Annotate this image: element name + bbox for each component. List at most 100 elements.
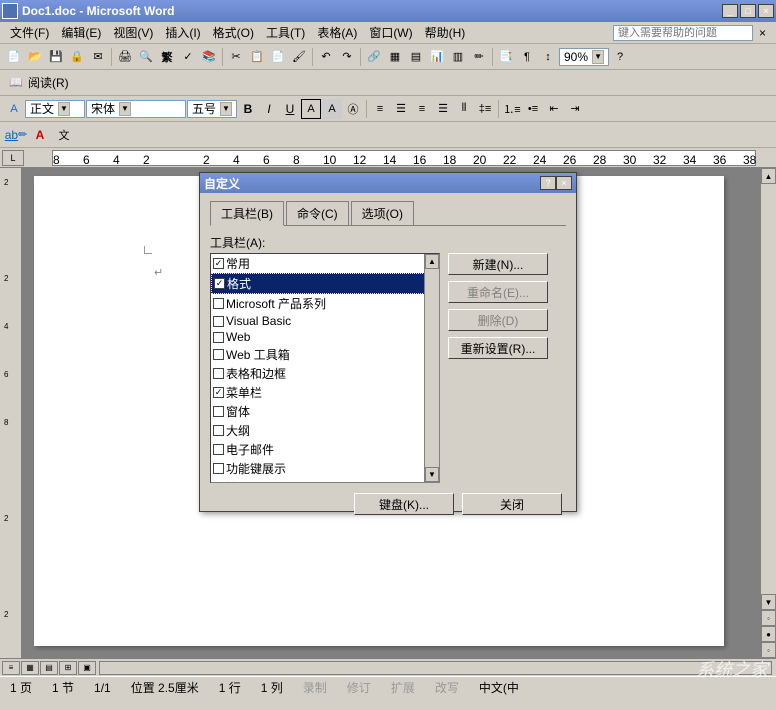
menu-tools[interactable]: 工具(T) bbox=[260, 22, 311, 43]
close-button[interactable]: × bbox=[758, 4, 774, 18]
status-rev[interactable]: 修订 bbox=[343, 679, 375, 696]
preview-icon[interactable]: 🔍 bbox=[136, 47, 156, 67]
menu-window[interactable]: 窗口(W) bbox=[363, 22, 418, 43]
italic-icon[interactable]: I bbox=[259, 99, 279, 119]
toolbar-item-5[interactable]: Web 工具箱 bbox=[211, 345, 439, 364]
trad-simp-icon[interactable]: 繁 bbox=[157, 47, 177, 67]
prev-page-icon[interactable]: ◦ bbox=[761, 610, 776, 626]
dialog-titlebar[interactable]: 自定义 ? × bbox=[200, 173, 576, 193]
toolbar-checkbox[interactable] bbox=[213, 482, 224, 483]
style-combo[interactable]: 正文▼ bbox=[25, 100, 85, 118]
menu-table[interactable]: 表格(A) bbox=[311, 22, 363, 43]
insert-table-icon[interactable]: ▤ bbox=[406, 47, 426, 67]
underline-icon[interactable]: U bbox=[280, 99, 300, 119]
status-language[interactable]: 中文(中 bbox=[475, 679, 523, 696]
toolbar-checkbox[interactable] bbox=[213, 349, 224, 360]
horizontal-ruler[interactable]: 86422468101214161820222426283032343638 bbox=[52, 150, 756, 166]
new-button[interactable]: 新建(N)... bbox=[448, 253, 548, 275]
toolbar-checkbox[interactable] bbox=[213, 406, 224, 417]
toolbar-checkbox[interactable] bbox=[213, 298, 224, 309]
docmap-icon[interactable]: 📑 bbox=[496, 47, 516, 67]
research-icon[interactable]: 📚 bbox=[199, 47, 219, 67]
menu-file[interactable]: 文件(F) bbox=[4, 22, 55, 43]
format-painter-icon[interactable]: 🖌 bbox=[289, 47, 309, 67]
mail-icon[interactable]: ✉ bbox=[88, 47, 108, 67]
save-icon[interactable]: 💾 bbox=[46, 47, 66, 67]
reset-button[interactable]: 重新设置(R)... bbox=[448, 337, 548, 359]
read-icon[interactable]: 📖 bbox=[6, 73, 26, 93]
outline-view-icon[interactable]: ⊞ bbox=[59, 661, 77, 675]
toolbar-item-9[interactable]: 大纲 bbox=[211, 421, 439, 440]
border-char-icon[interactable]: A bbox=[301, 99, 321, 119]
toolbar-item-0[interactable]: ✓常用 bbox=[211, 254, 439, 273]
toolbar-checkbox[interactable] bbox=[213, 425, 224, 436]
toolbar-item-12[interactable]: 绘图 bbox=[211, 478, 439, 483]
showhide-icon[interactable]: ¶ bbox=[517, 47, 537, 67]
status-ovr[interactable]: 改写 bbox=[431, 679, 463, 696]
tab-options[interactable]: 选项(O) bbox=[351, 201, 414, 225]
spell-icon[interactable]: ✓ bbox=[178, 47, 198, 67]
hyperlink-icon[interactable]: 🔗 bbox=[364, 47, 384, 67]
numbering-icon[interactable]: ⒈≡ bbox=[502, 99, 522, 119]
toolbar-item-7[interactable]: ✓菜单栏 bbox=[211, 383, 439, 402]
drawing-icon[interactable]: ✏ bbox=[469, 47, 489, 67]
excel-icon[interactable]: 📊 bbox=[427, 47, 447, 67]
highlight-icon[interactable]: ab✏ bbox=[6, 125, 26, 145]
size-combo[interactable]: 五号▼ bbox=[187, 100, 237, 118]
toolbar-checkbox[interactable] bbox=[213, 368, 224, 379]
toolbar-checkbox[interactable] bbox=[213, 444, 224, 455]
toolbar-item-3[interactable]: Visual Basic bbox=[211, 313, 439, 329]
toolbar-item-8[interactable]: 窗体 bbox=[211, 402, 439, 421]
listbox-scrollbar[interactable]: ▲ ▼ bbox=[424, 254, 439, 482]
list-scroll-up-icon[interactable]: ▲ bbox=[425, 254, 439, 269]
keyboard-button[interactable]: 键盘(K)... bbox=[354, 493, 454, 515]
menu-close-doc[interactable]: × bbox=[753, 24, 772, 42]
next-page-icon[interactable]: ◦ bbox=[761, 642, 776, 658]
toolbar-item-11[interactable]: 功能键展示 bbox=[211, 459, 439, 478]
maximize-button[interactable]: □ bbox=[740, 4, 756, 18]
browse-object-icon[interactable]: ● bbox=[761, 626, 776, 642]
close-button[interactable]: 关闭 bbox=[462, 493, 562, 515]
vertical-ruler[interactable]: 2246822 bbox=[0, 168, 22, 658]
align-justify-icon[interactable]: ☰ bbox=[433, 99, 453, 119]
list-scroll-down-icon[interactable]: ▼ bbox=[425, 467, 439, 482]
align-left-icon[interactable]: ≡ bbox=[370, 99, 390, 119]
bold-icon[interactable]: B bbox=[238, 99, 258, 119]
font-combo[interactable]: 宋体▼ bbox=[86, 100, 186, 118]
menu-edit[interactable]: 编辑(E) bbox=[55, 22, 107, 43]
help-search-input[interactable] bbox=[613, 25, 753, 41]
tab-selector[interactable]: L bbox=[2, 150, 24, 166]
paste-icon[interactable]: 📄 bbox=[268, 47, 288, 67]
char-shading-icon[interactable]: A bbox=[322, 99, 342, 119]
scroll-down-icon[interactable]: ▼ bbox=[761, 594, 776, 610]
minimize-button[interactable]: _ bbox=[722, 4, 738, 18]
align-center-icon[interactable]: ☰ bbox=[391, 99, 411, 119]
cut-icon[interactable]: ✂ bbox=[226, 47, 246, 67]
distribute-icon[interactable]: ⫴ bbox=[454, 99, 474, 119]
status-ext[interactable]: 扩展 bbox=[387, 679, 419, 696]
decrease-indent-icon[interactable]: ⇤ bbox=[544, 99, 564, 119]
toolbar-item-2[interactable]: Microsoft 产品系列 bbox=[211, 294, 439, 313]
copy-icon[interactable]: 📋 bbox=[247, 47, 267, 67]
styles-icon[interactable]: A bbox=[4, 99, 24, 119]
tab-commands[interactable]: 命令(C) bbox=[286, 201, 349, 225]
permission-icon[interactable]: 🔒 bbox=[67, 47, 87, 67]
toolbar-checkbox[interactable] bbox=[213, 316, 224, 327]
table-icon[interactable]: ▦ bbox=[385, 47, 405, 67]
redo-icon[interactable]: ↷ bbox=[337, 47, 357, 67]
toolbar-item-6[interactable]: 表格和边框 bbox=[211, 364, 439, 383]
horizontal-scrollbar[interactable] bbox=[99, 661, 772, 675]
asian-layout-icon[interactable]: 文 bbox=[54, 125, 74, 145]
tab-toolbars[interactable]: 工具栏(B) bbox=[210, 201, 284, 226]
vertical-scrollbar[interactable]: ▲ ▼ ◦ ● ◦ bbox=[760, 168, 776, 658]
open-icon[interactable]: 📂 bbox=[25, 47, 45, 67]
toolbar-checkbox[interactable] bbox=[213, 463, 224, 474]
menu-insert[interactable]: 插入(I) bbox=[159, 22, 206, 43]
toolbar-checkbox[interactable]: ✓ bbox=[214, 278, 225, 289]
read-label[interactable]: 阅读(R) bbox=[28, 74, 69, 91]
menu-view[interactable]: 视图(V) bbox=[107, 22, 159, 43]
new-icon[interactable]: 📄 bbox=[4, 47, 24, 67]
toolbar-item-1[interactable]: ✓格式 bbox=[211, 273, 439, 294]
toolbar-item-4[interactable]: Web bbox=[211, 329, 439, 345]
print-view-icon[interactable]: ▤ bbox=[40, 661, 58, 675]
